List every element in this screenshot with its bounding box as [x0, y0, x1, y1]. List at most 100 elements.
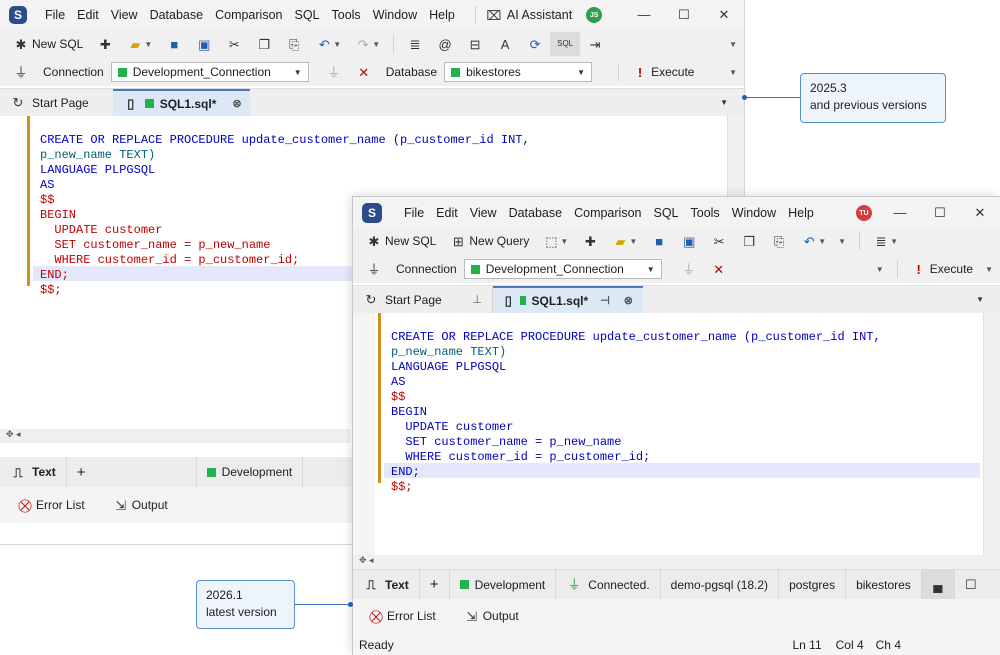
new-file-button[interactable]: ✚: [90, 36, 120, 52]
code-line-text: BEGIN: [40, 208, 77, 222]
connection-dropdown[interactable]: Development_Connection ▼: [463, 259, 662, 279]
pin-icon[interactable]: ⊥: [472, 293, 482, 306]
tabs-overflow-icon[interactable]: ▼: [720, 98, 728, 107]
text-view-tab[interactable]: ⎍ Text: [353, 570, 420, 599]
outline-button[interactable]: ⊟: [460, 36, 490, 52]
menu-window[interactable]: Window: [726, 206, 782, 220]
menu-file[interactable]: File: [398, 206, 430, 220]
format-button[interactable]: ≣ ▼: [866, 233, 905, 249]
tab-close-icon[interactable]: ⊗: [624, 294, 633, 307]
menu-tools[interactable]: Tools: [685, 206, 726, 220]
menu-window[interactable]: Window: [367, 8, 423, 22]
sql-mode-button[interactable]: SQL: [550, 32, 581, 56]
add-view-button[interactable]: +: [420, 570, 450, 599]
cut-button[interactable]: ✂: [704, 233, 734, 249]
error-list-tab[interactable]: ⛒ Error List: [10, 497, 92, 513]
panel-toggle-button[interactable]: ▄: [921, 570, 955, 599]
menu-view[interactable]: View: [105, 8, 144, 22]
text-view-tab[interactable]: ⎍ Text: [0, 457, 67, 487]
parameters-button[interactable]: @: [430, 36, 460, 52]
vertical-scrollbar[interactable]: [983, 313, 1000, 555]
redo-dropdown[interactable]: ▼: [833, 237, 853, 246]
open-button[interactable]: ▰ ▼: [120, 36, 159, 52]
spellcheck-button[interactable]: A: [490, 36, 520, 52]
toolbar-overflow[interactable]: ▼: [724, 40, 744, 49]
new-file-button[interactable]: ✚: [575, 233, 605, 249]
menu-database[interactable]: Database: [503, 206, 569, 220]
minimize-icon[interactable]: —: [624, 7, 664, 23]
horizontal-scrollbar[interactable]: ✥ ◂: [0, 429, 350, 443]
undo-button[interactable]: ↶ ▼: [794, 233, 833, 249]
menu-help[interactable]: Help: [782, 206, 820, 220]
new-sql-editor[interactable]: CREATE OR REPLACE PROCEDURE update_custo…: [353, 313, 1000, 569]
execute-button[interactable]: ! Execute: [625, 64, 701, 80]
indent-icon: ⇥: [589, 36, 601, 52]
menu-tools[interactable]: Tools: [326, 8, 367, 22]
maximize-icon[interactable]: ☐: [664, 7, 704, 23]
menu-comparison[interactable]: Comparison: [209, 8, 288, 22]
close-icon[interactable]: ✕: [960, 205, 1000, 221]
paste-button[interactable]: ⎘: [279, 36, 309, 52]
new-query-button[interactable]: ⊞ New Query: [443, 233, 536, 249]
save-all-button[interactable]: ▣: [674, 233, 704, 249]
menu-sql[interactable]: SQL: [288, 8, 325, 22]
disconnect-button[interactable]: ✕: [704, 261, 734, 277]
output-tab[interactable]: ⇲ Output: [106, 497, 175, 513]
menu-sql[interactable]: SQL: [647, 206, 684, 220]
connect-button[interactable]: ⏚: [6, 64, 36, 80]
error-list-tab[interactable]: ⛒ Error List: [361, 608, 443, 624]
copy-button[interactable]: ❐: [249, 36, 279, 52]
toolbar-overflow[interactable]: ▼: [980, 265, 1000, 274]
save-all-button[interactable]: ▣: [189, 36, 219, 52]
tab-start-page[interactable]: ↻ Start Page: [0, 89, 99, 116]
connection-dropdown[interactable]: Development_Connection ▼: [110, 62, 309, 82]
toolbar-overflow[interactable]: ▼: [724, 68, 744, 77]
menu-database[interactable]: Database: [144, 8, 210, 22]
indent-button[interactable]: ⇥: [580, 36, 610, 52]
code-line-text: SET customer_name = p_new_name: [391, 435, 622, 449]
new-sql-button[interactable]: ✱ New SQL: [6, 36, 90, 52]
add-view-button[interactable]: +: [67, 457, 96, 487]
new-code-text[interactable]: CREATE OR REPLACE PROCEDURE update_custo…: [391, 315, 881, 525]
horizontal-scrollbar[interactable]: ✥ ◂: [353, 555, 1000, 569]
new-sql-button[interactable]: ✱ New SQL: [359, 233, 443, 249]
ai-assistant-button[interactable]: ⌧ AI Assistant: [486, 7, 572, 23]
pin-icon[interactable]: ⊣: [600, 294, 610, 307]
tab-close-icon[interactable]: ⊗: [232, 97, 241, 110]
tab-sql1[interactable]: ▯ SQL1.sql* ⊣ ⊗: [493, 286, 643, 313]
minimize-icon[interactable]: —: [880, 205, 920, 221]
tabs-overflow-icon[interactable]: ▼: [976, 295, 984, 304]
paste-button[interactable]: ⎘: [764, 233, 794, 249]
output-tab[interactable]: ⇲ Output: [457, 608, 526, 624]
panel-maximize-button[interactable]: ☐: [955, 570, 987, 599]
undo-button[interactable]: ↶ ▼: [309, 36, 348, 52]
execute-button[interactable]: ! Execute: [904, 261, 980, 277]
connect-disabled-button[interactable]: ⏚: [319, 64, 349, 80]
menu-help[interactable]: Help: [423, 8, 461, 22]
new-document-button[interactable]: ⬚ ▼: [536, 233, 575, 249]
copy-button[interactable]: ❐: [734, 233, 764, 249]
maximize-icon[interactable]: ☐: [920, 205, 960, 221]
menu-view[interactable]: View: [464, 206, 503, 220]
menu-comparison[interactable]: Comparison: [568, 206, 647, 220]
close-icon[interactable]: ✕: [704, 7, 744, 23]
disconnect-button[interactable]: ✕: [349, 64, 379, 80]
menu-edit[interactable]: Edit: [430, 206, 464, 220]
refresh-button[interactable]: ⟳: [520, 36, 550, 52]
save-button[interactable]: ■: [159, 36, 189, 52]
redo-button[interactable]: ↷ ▼: [348, 36, 387, 52]
database-dropdown-collapsed[interactable]: ▼: [871, 265, 891, 274]
menu-file[interactable]: File: [39, 8, 71, 22]
format-button[interactable]: ≣: [400, 36, 430, 52]
cut-button[interactable]: ✂: [219, 36, 249, 52]
save-button[interactable]: ■: [644, 233, 674, 249]
database-dropdown[interactable]: bikestores ▼: [444, 62, 593, 82]
menu-edit[interactable]: Edit: [71, 8, 105, 22]
avatar[interactable]: TU: [855, 205, 872, 221]
tab-start-page[interactable]: ↻ Start Page ⊥: [353, 286, 493, 313]
connect-disabled-button[interactable]: ⏚: [674, 261, 704, 277]
open-button[interactable]: ▰ ▼: [605, 233, 644, 249]
connect-button[interactable]: ⏚: [359, 261, 389, 277]
tab-sql1[interactable]: ▯ SQL1.sql* ⊗: [112, 89, 250, 116]
avatar[interactable]: JS: [586, 7, 603, 23]
